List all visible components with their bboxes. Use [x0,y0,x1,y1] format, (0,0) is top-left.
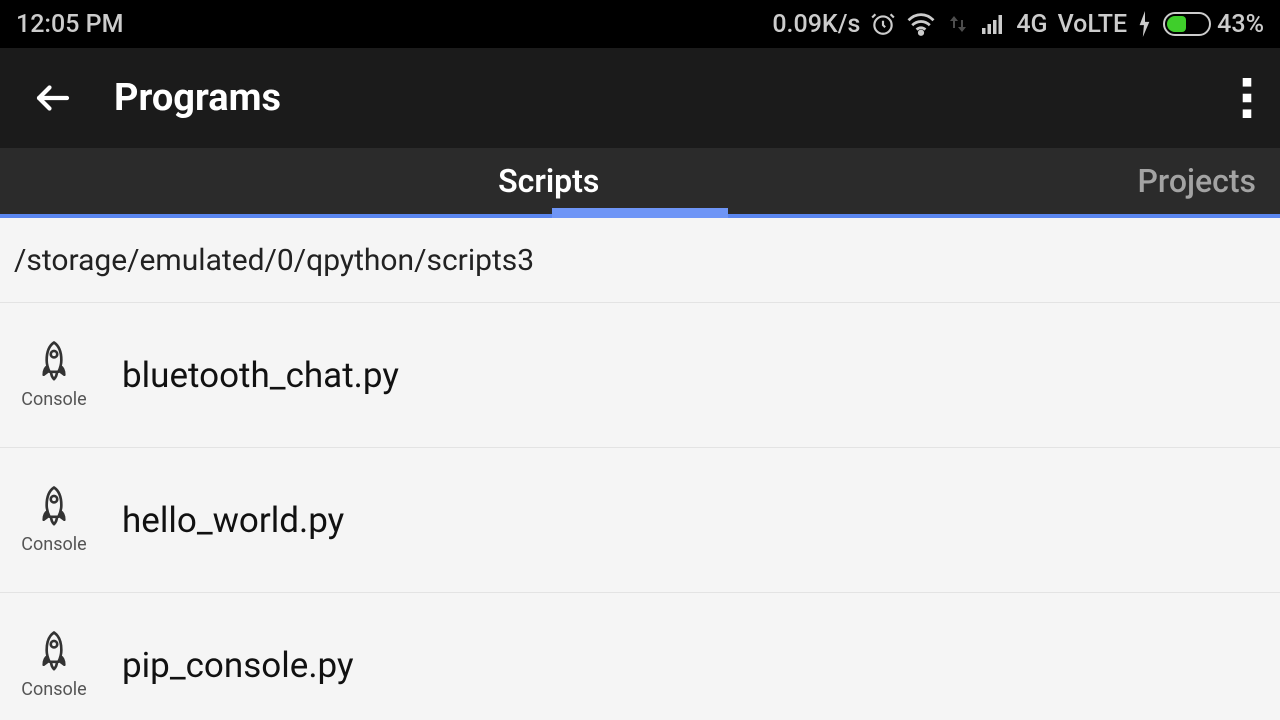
path-row[interactable]: /storage/emulated/0/qpython/scripts3 [0,218,1280,303]
file-icon-label: Console [21,534,86,555]
charging-icon [1137,11,1153,37]
back-button[interactable] [32,77,74,119]
tab-scripts[interactable]: Scripts [0,148,1098,214]
app-bar: Programs [0,48,1280,148]
content-area: /storage/emulated/0/qpython/scripts3 Con… [0,218,1280,720]
rocket-icon [36,341,72,385]
status-network-speed: 0.09K/s [772,10,860,39]
current-path: /storage/emulated/0/qpython/scripts3 [14,243,534,278]
overflow-menu-button[interactable] [1234,78,1260,118]
file-name: hello_world.py [122,500,344,541]
rocket-icon [36,486,72,530]
status-battery-pct: 43% [1217,10,1264,39]
data-transfer-icon [946,11,970,37]
wifi-icon [906,11,936,37]
app-bar-title: Programs [114,76,1194,120]
file-name: bluetooth_chat.py [122,355,399,396]
status-volte: VoLTE [1058,10,1128,39]
file-row[interactable]: Console hello_world.py [0,448,1280,593]
rocket-icon [36,631,72,675]
file-icon-label: Console [21,389,86,410]
tab-projects[interactable]: Projects [1098,148,1280,214]
file-row[interactable]: Console bluetooth_chat.py [0,303,1280,448]
status-bar: 12:05 PM 0.09K/s 4G VoLTE [0,0,1280,48]
tab-scripts-label: Scripts [498,162,599,200]
file-name: pip_console.py [122,645,354,686]
file-icon-label: Console [21,679,86,700]
signal-icon [980,12,1006,36]
file-row[interactable]: Console pip_console.py [0,593,1280,720]
tab-active-indicator [552,208,728,218]
status-time: 12:05 PM [16,10,123,39]
tab-projects-label: Projects [1138,162,1257,200]
tab-bar: Scripts Projects [0,148,1280,218]
alarm-icon [870,11,896,37]
battery-icon [1163,12,1211,36]
status-network-type: 4G [1016,10,1047,39]
